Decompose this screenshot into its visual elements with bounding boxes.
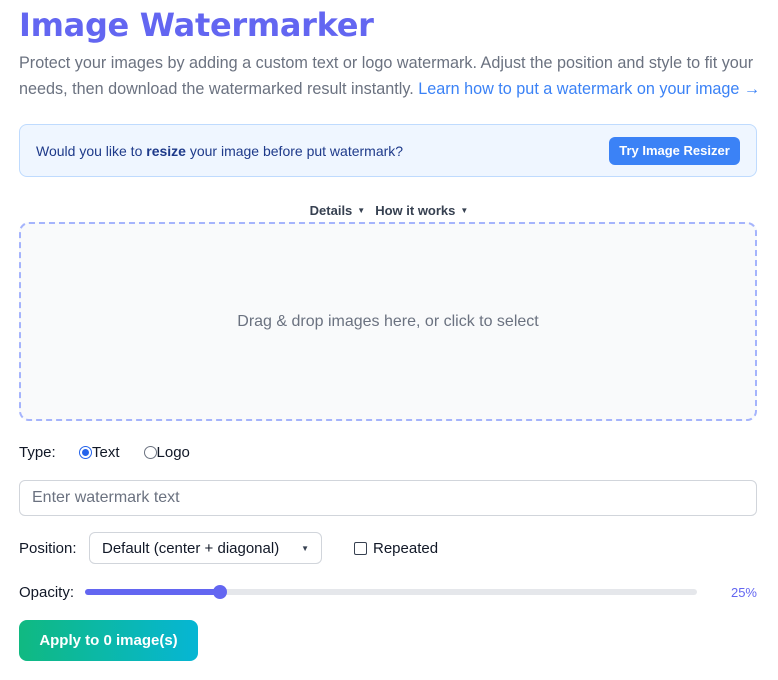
details-toggle[interactable]: Details ▼	[310, 203, 366, 218]
caret-down-icon: ▼	[357, 206, 366, 215]
how-it-works-toggle[interactable]: How it works ▼	[375, 203, 468, 218]
position-selected-value: Default (center + diagonal)	[102, 539, 280, 557]
opacity-slider-thumb[interactable]	[212, 585, 227, 599]
type-option-text-label: Text	[92, 443, 120, 461]
opacity-slider[interactable]	[85, 585, 697, 599]
try-image-resizer-button[interactable]: Try Image Resizer	[609, 136, 740, 165]
image-dropzone[interactable]: Drag & drop images here, or click to sel…	[19, 222, 757, 421]
type-selector: Type: Text Logo	[19, 442, 214, 462]
type-label: Type:	[19, 443, 56, 461]
page-title: Image Watermarker	[19, 6, 374, 44]
opacity-slider-fill	[85, 589, 220, 595]
repeated-checkbox[interactable]	[354, 541, 367, 555]
position-row: Position: Default (center + diagonal) ▼ …	[19, 532, 438, 564]
details-label: Details	[309, 203, 353, 218]
type-option-logo-label: Logo	[156, 443, 190, 461]
position-select[interactable]: Default (center + diagonal) ▼	[89, 532, 322, 564]
position-label: Position:	[19, 539, 77, 557]
dropzone-text: Drag & drop images here, or click to sel…	[237, 312, 539, 330]
repeated-option[interactable]: Repeated	[354, 540, 438, 557]
type-radio-text[interactable]: Text	[79, 444, 120, 461]
learn-watermark-link[interactable]: Learn how to put a watermark on your ima…	[418, 80, 760, 98]
caret-down-icon: ▼	[301, 543, 309, 553]
radio-checked-icon[interactable]	[79, 445, 92, 459]
apply-watermark-button[interactable]: Apply to 0 image(s)	[19, 620, 198, 661]
banner-text-after: your image before put watermark?	[185, 142, 404, 159]
opacity-value: 25%	[730, 584, 757, 600]
repeated-label: Repeated	[373, 539, 439, 557]
caret-down-icon: ▼	[460, 206, 469, 215]
type-radio-logo[interactable]: Logo	[143, 443, 190, 461]
page-intro: Protect your images by adding a custom t…	[19, 50, 764, 102]
resize-banner: Would you like to resize your image befo…	[19, 124, 757, 177]
how-it-works-label: How it works	[375, 203, 456, 218]
watermark-text-input[interactable]	[19, 480, 757, 516]
opacity-label: Opacity:	[19, 583, 75, 601]
banner-text-bold: resize	[146, 142, 186, 159]
info-toggles: Details ▼ How it works ▼	[0, 203, 778, 218]
opacity-row: Opacity: 25%	[19, 582, 757, 602]
banner-text-before: Would you like to	[36, 142, 147, 159]
banner-text: Would you like to resize your image befo…	[36, 143, 403, 159]
radio-unchecked-icon[interactable]	[143, 445, 157, 459]
